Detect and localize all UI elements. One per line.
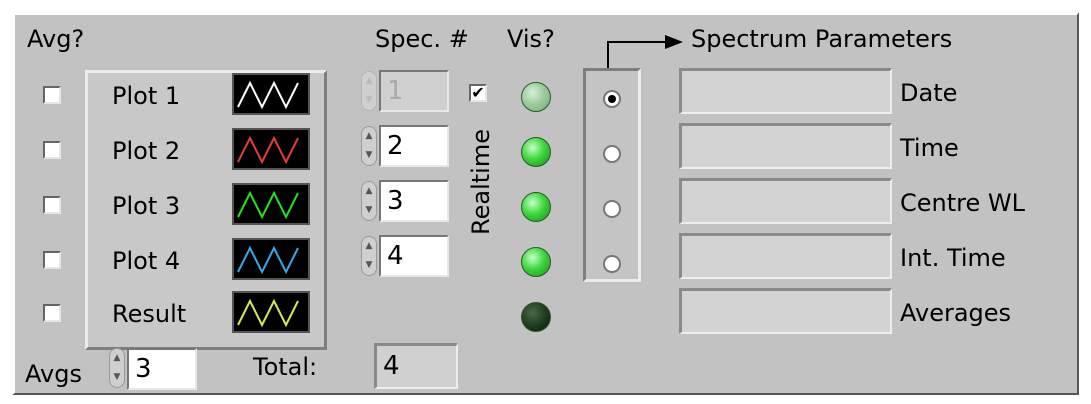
radio-selected-dot (608, 95, 616, 103)
avg-header: Avg? (27, 25, 85, 53)
plot-1-color-swatch[interactable] (232, 73, 310, 115)
avg-checkbox-result[interactable] (43, 304, 61, 322)
spec-3-spinner[interactable]: ▲ ▼ (361, 181, 377, 221)
plot-label: Plot 2 (112, 137, 181, 165)
plot-3-color-swatch[interactable] (232, 183, 310, 225)
avg-checkbox-plot-1[interactable] (43, 86, 61, 104)
vis-led-plot-1[interactable] (521, 82, 551, 112)
avgs-spinner[interactable]: ▲ ▼ (109, 348, 125, 388)
date-field (679, 68, 892, 114)
avg-checkbox-plot-3[interactable] (43, 196, 61, 214)
vis-led-plot-2[interactable] (521, 137, 551, 167)
avgs-input[interactable]: 3 (127, 348, 197, 390)
plot-label: Result (112, 300, 187, 328)
realtime-label: Realtime (467, 129, 495, 235)
result-color-swatch[interactable] (232, 291, 310, 333)
averages-field (679, 288, 892, 334)
spec-1-spinner[interactable]: ▲ ▼ (361, 71, 377, 111)
radio-spectrum-3[interactable] (603, 200, 621, 218)
realtime-checkbox[interactable]: ✔ (469, 84, 487, 102)
spec-number-2[interactable]: 2 (379, 125, 449, 167)
int-time-label: Int. Time (900, 244, 1006, 272)
control-panel: Avg? Spec. # Vis? Spectrum Parameters Pl… (12, 12, 1079, 395)
spin-down-icon: ▼ (365, 260, 373, 270)
spectrum-selector-radio-group (583, 68, 641, 282)
spin-down-icon: ▼ (365, 95, 373, 105)
radio-spectrum-1[interactable] (603, 90, 621, 108)
spin-down-icon: ▼ (365, 205, 373, 215)
plot-label: Plot 4 (112, 247, 181, 275)
plot-legend: Plot 1 Plot 2 Plot 3 Plot 4 Result (85, 70, 327, 350)
spec-number-3[interactable]: 3 (379, 180, 449, 222)
averages-label: Averages (900, 299, 1012, 327)
spin-up-icon: ▲ (365, 241, 373, 251)
vis-led-plot-4[interactable] (521, 247, 551, 277)
radio-spectrum-2[interactable] (603, 145, 621, 163)
spec-2-spinner[interactable]: ▲ ▼ (361, 126, 377, 166)
spin-up-icon: ▲ (365, 186, 373, 196)
spin-up-icon: ▲ (113, 353, 121, 363)
vis-led-plot-3[interactable] (521, 192, 551, 222)
spec-number-1[interactable]: 1 (379, 70, 449, 112)
total-indicator: 4 (374, 343, 458, 389)
date-label: Date (900, 79, 958, 107)
time-label: Time (900, 134, 959, 162)
spec-number-4[interactable]: 4 (379, 235, 449, 277)
centre-wl-label: Centre WL (900, 189, 1025, 217)
avg-checkbox-plot-2[interactable] (43, 141, 61, 159)
spin-up-icon: ▲ (365, 131, 373, 141)
vis-led-result[interactable] (521, 302, 551, 332)
spec-4-spinner[interactable]: ▲ ▼ (361, 236, 377, 276)
radio-spectrum-4[interactable] (603, 255, 621, 273)
spin-down-icon: ▼ (365, 150, 373, 160)
centre-wl-field (679, 178, 892, 224)
plot-label: Plot 1 (112, 82, 181, 110)
spec-header: Spec. # (375, 25, 469, 53)
vis-header: Vis? (507, 25, 555, 53)
spin-down-icon: ▼ (113, 372, 121, 382)
plot-4-color-swatch[interactable] (232, 238, 310, 280)
plot-label: Plot 3 (112, 192, 181, 220)
int-time-field (679, 233, 892, 279)
spectrum-parameters-title: Spectrum Parameters (691, 25, 953, 53)
avg-checkbox-plot-4[interactable] (43, 251, 61, 269)
arrow-right-icon (607, 35, 683, 69)
avgs-label: Avgs (25, 360, 82, 388)
spin-up-icon: ▲ (365, 76, 373, 86)
plot-2-color-swatch[interactable] (232, 128, 310, 170)
time-field (679, 123, 892, 169)
total-label: Total: (253, 353, 318, 381)
